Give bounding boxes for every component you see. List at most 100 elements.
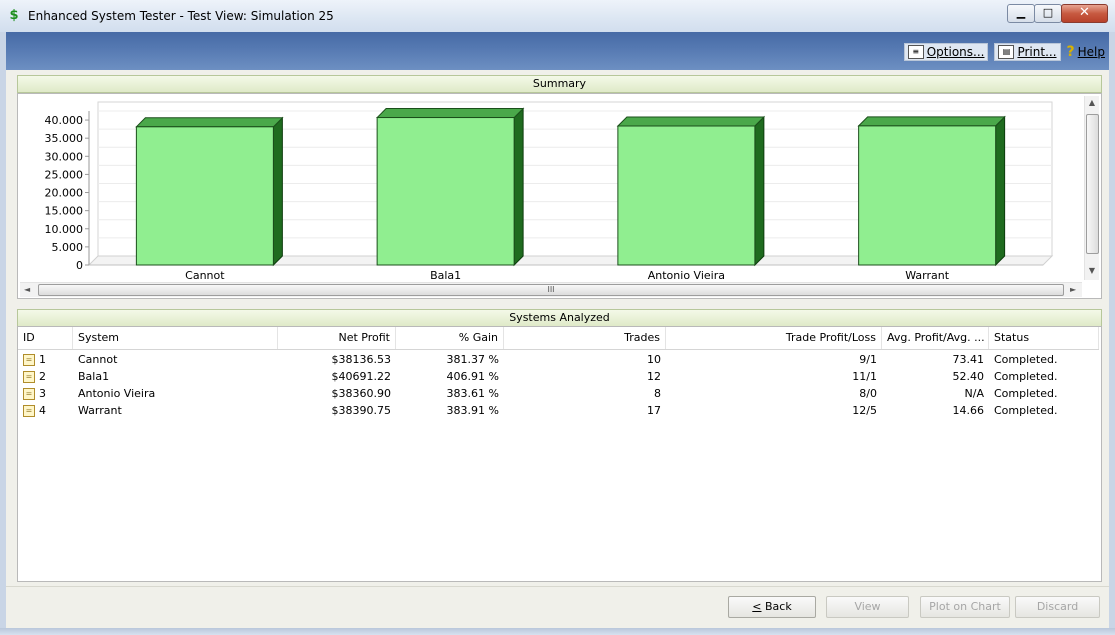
scroll-right-icon[interactable]: ► [1070, 283, 1076, 297]
x-tick-label: Cannot [185, 269, 225, 282]
row-avg-profit: N/A [964, 387, 984, 400]
row-gain: 406.91 % [446, 370, 499, 383]
row-trades: 8 [654, 387, 661, 400]
report-icon: = [23, 354, 35, 366]
bar [376, 117, 515, 266]
bar [135, 126, 274, 266]
bar-top [857, 116, 1006, 127]
toolbar: ≡ Options... ▤ Print... ? Help [6, 32, 1109, 70]
table-row[interactable]: = 2 Bala1 $40691.22 406.91 % 12 11/1 52.4… [18, 368, 1099, 385]
row-id: 3 [39, 387, 46, 400]
row-avg-profit: 73.41 [952, 353, 985, 366]
vertical-scrollbar[interactable]: ▲ ▼ [1084, 96, 1099, 280]
help-label: Help [1077, 45, 1105, 59]
report-icon: = [23, 405, 35, 417]
y-tick-label: 10.000 [45, 223, 84, 236]
discard-button[interactable]: Discard [1015, 596, 1100, 618]
table-row[interactable]: = 1 Cannot $38136.53 381.37 % 10 9/1 73.4… [18, 351, 1099, 368]
horizontal-scrollbar[interactable]: ◄ III ► [20, 282, 1082, 297]
row-system: Bala1 [78, 370, 110, 383]
row-trades: 17 [647, 404, 661, 417]
table-row[interactable]: = 3 Antonio Vieira $38360.90 383.61 % 8 8… [18, 385, 1099, 402]
report-icon: = [23, 371, 35, 383]
column-header-net-profit[interactable]: Net Profit [278, 327, 396, 349]
y-tick-label: 40.000 [45, 114, 84, 127]
systems-table: ID System Net Profit % Gain Trades Trade… [17, 326, 1102, 582]
vertical-scroll-thumb[interactable] [1086, 114, 1099, 254]
window-border-left [0, 32, 6, 628]
y-tick-label: 5.000 [52, 241, 84, 254]
back-button-mnemonic: < [752, 600, 762, 613]
summary-bar-chart: 0 5.000 10.000 15.000 20.000 25.000 30.000 35.0… [45, 101, 1054, 282]
table-header-row: ID System Net Profit % Gain Trades Trade… [18, 327, 1099, 350]
column-header-id[interactable]: ID [18, 327, 73, 349]
scroll-left-icon[interactable]: ◄ [24, 283, 30, 297]
row-gain: 383.91 % [446, 404, 499, 417]
row-trade-profit-loss: 11/1 [852, 370, 877, 383]
row-system: Cannot [78, 353, 118, 366]
scroll-up-icon[interactable]: ▲ [1085, 98, 1099, 107]
bar-side [272, 116, 283, 267]
footer-bar: < Back View Plot on Chart Discard [6, 586, 1109, 627]
column-header-trades[interactable]: Trades [504, 327, 666, 349]
y-tick-label: 35.000 [45, 132, 84, 145]
minimize-button[interactable]: ▁ [1007, 4, 1035, 23]
summary-header: Summary [17, 75, 1102, 93]
bar-top [616, 116, 766, 127]
bar-side [513, 107, 524, 267]
row-gain: 383.61 % [446, 387, 499, 400]
y-tick-label: 0 [76, 259, 83, 272]
row-id-cell: = 3 [18, 385, 73, 402]
row-id-cell: = 4 [18, 402, 73, 419]
column-header-trade-profit-loss[interactable]: Trade Profit/Loss [666, 327, 882, 349]
help-icon: ? [1066, 44, 1075, 60]
scroll-down-icon[interactable]: ▼ [1085, 266, 1099, 275]
row-net-profit: $38360.90 [331, 387, 392, 400]
x-tick-label: Antonio Vieira [648, 269, 725, 282]
table-row[interactable]: = 4 Warrant $38390.75 383.91 % 17 12/5 14… [18, 402, 1099, 419]
column-header-status[interactable]: Status [989, 327, 1099, 349]
help-button[interactable]: ? Help [1067, 44, 1105, 60]
options-label: Options... [926, 45, 985, 59]
row-status: Completed. [994, 404, 1058, 417]
dollar-app-icon: $ [9, 8, 19, 23]
minimize-icon: ▁ [1016, 6, 1026, 19]
maximize-icon: □ [1042, 6, 1054, 19]
close-button[interactable]: ✕ [1061, 4, 1108, 23]
horizontal-scroll-thumb[interactable]: III [38, 284, 1064, 296]
row-status: Completed. [994, 353, 1058, 366]
column-header-gain[interactable]: % Gain [396, 327, 504, 349]
y-tick-label: 25.000 [45, 168, 84, 181]
bar [858, 125, 997, 266]
row-status: Completed. [994, 387, 1058, 400]
options-button[interactable]: ≡ Options... [903, 43, 989, 61]
back-button[interactable]: < Back [728, 596, 816, 618]
row-avg-profit: 14.66 [952, 404, 985, 417]
row-gain: 381.37 % [446, 353, 499, 366]
maximize-button[interactable]: □ [1034, 4, 1062, 23]
x-tick-label: Bala1 [430, 269, 461, 282]
report-icon: = [23, 388, 35, 400]
column-header-system[interactable]: System [73, 327, 278, 349]
plot-on-chart-button[interactable]: Plot on Chart [920, 596, 1010, 618]
row-trades: 10 [647, 353, 661, 366]
bar-top [375, 108, 525, 119]
row-trade-profit-loss: 12/5 [852, 404, 877, 417]
bar-side [995, 115, 1006, 267]
window-title: Enhanced System Tester - Test View: Simu… [28, 9, 334, 23]
printer-icon: ▤ [998, 45, 1015, 59]
summary-chart-panel: 0 5.000 10.000 15.000 20.000 25.000 30.000 35.0… [17, 93, 1102, 299]
bar-top [135, 117, 284, 128]
column-header-avg-profit[interactable]: Avg. Profit/Avg. ... [882, 327, 989, 349]
options-list-icon: ≡ [907, 45, 924, 59]
row-trade-profit-loss: 8/0 [859, 387, 877, 400]
row-net-profit: $38390.75 [331, 404, 392, 417]
row-net-profit: $40691.22 [331, 370, 392, 383]
print-button[interactable]: ▤ Print... [994, 43, 1061, 61]
systems-analyzed-header: Systems Analyzed [17, 309, 1102, 327]
title-bar: $ Enhanced System Tester - Test View: Si… [0, 0, 1115, 33]
row-trade-profit-loss: 9/1 [859, 353, 877, 366]
view-button[interactable]: View [826, 596, 909, 618]
close-icon: ✕ [1079, 5, 1090, 20]
y-tick-label: 30.000 [45, 150, 84, 163]
